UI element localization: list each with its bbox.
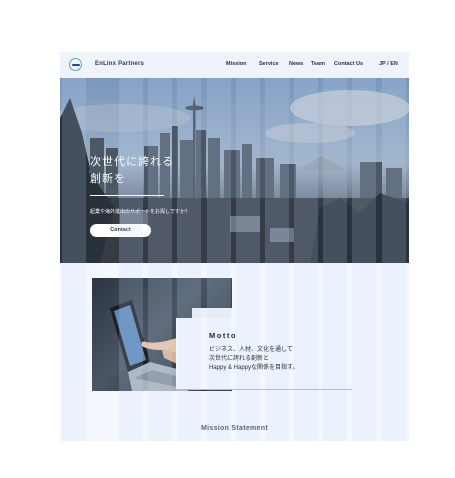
motto-heading: Motto [209, 331, 237, 340]
hero-section: 次世代に誇れる 創新を 起業や海外進出のサポートをお探しですか？ Contact [60, 78, 409, 263]
enlinx-logo-icon[interactable] [69, 58, 82, 71]
contact-button[interactable]: Contact [90, 224, 151, 237]
landing-page: EnLinx Partners Mission Service News Tea… [60, 52, 409, 441]
language-toggle[interactable]: JP / EN [379, 61, 398, 67]
nav-link-contact-us[interactable]: Contact Us [334, 61, 363, 67]
nav-link-service[interactable]: Service [259, 61, 279, 67]
motto-divider [176, 389, 352, 390]
nav-link-news[interactable]: News [289, 61, 303, 67]
nav-link-team[interactable]: Team [311, 61, 325, 67]
site-header: EnLinx Partners Mission Service News Tea… [60, 52, 409, 78]
hero-divider [90, 195, 164, 196]
hero-subtitle: 起業や海外進出のサポートをお探しですか？ [90, 209, 190, 215]
mission-statement-heading: Mission Statement [201, 425, 268, 432]
hero-headline: 次世代に誇れる 創新を [90, 156, 174, 185]
brand-name[interactable]: EnLinx Partners [95, 61, 144, 67]
motto-description: ビジネス、人材、文化を通して 次世代に誇れる創新と Happy & Happyな… [209, 347, 299, 371]
nav-link-mission[interactable]: Mission [226, 61, 246, 67]
